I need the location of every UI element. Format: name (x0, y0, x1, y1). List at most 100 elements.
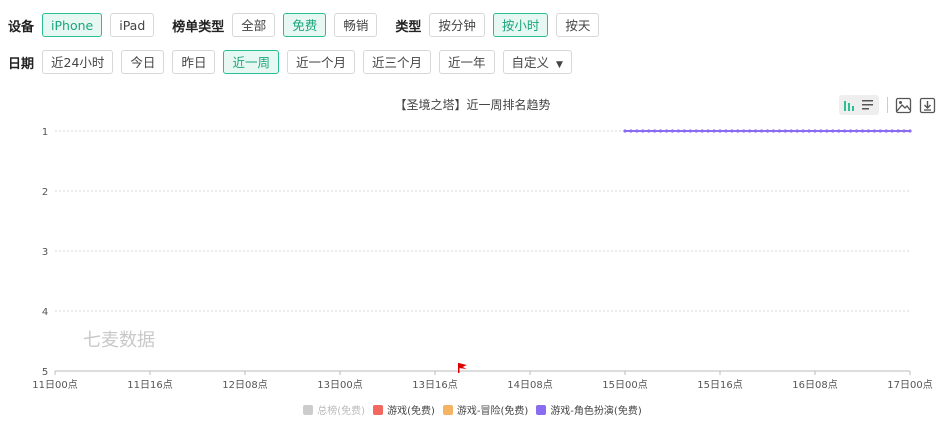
series-point (635, 129, 639, 133)
date-last-week-button[interactable]: 近一周 (223, 50, 279, 74)
series-point (789, 129, 793, 133)
legend-swatch-rpg (536, 404, 547, 415)
date-label: 日期 (8, 56, 35, 72)
y-tick-label: 2 (42, 187, 48, 198)
series-point (837, 129, 841, 133)
legend-item-adventure[interactable]: 游戏-冒险(免费) (442, 402, 529, 417)
date-yesterday-button[interactable]: 昨日 (172, 50, 216, 74)
by-minute-button[interactable]: 按分钟 (429, 13, 485, 37)
series-point (641, 129, 645, 133)
x-tick-label: 12日08点 (222, 379, 267, 391)
image-export-icon[interactable] (894, 96, 912, 114)
series-point (849, 129, 853, 133)
series-point (771, 129, 776, 133)
device-label: 设备 (8, 19, 35, 35)
legend-label-adventure: 游戏-冒险(免费) (456, 406, 529, 417)
date-last-year-button[interactable]: 近一年 (439, 50, 495, 74)
legend-item-games[interactable]: 游戏(免费) (373, 402, 435, 417)
series-point (670, 129, 675, 133)
series-point (700, 129, 704, 133)
series-point (688, 129, 692, 133)
series-point (647, 129, 651, 133)
series-point (896, 129, 900, 133)
rank-grossing-button[interactable]: 畅销 (334, 13, 378, 37)
chart-view-toggle (839, 95, 879, 115)
legend-label-games: 游戏(免费) (387, 406, 435, 417)
y-tick-label: 4 (42, 307, 48, 318)
date-last-3-months-button[interactable]: 近三个月 (362, 50, 431, 74)
legend-swatch-games (373, 404, 384, 415)
series-point (878, 129, 882, 133)
series-point (795, 129, 799, 133)
date-last-month-button[interactable]: 近一个月 (286, 50, 355, 74)
series-point (736, 129, 740, 133)
legend-item-total[interactable]: 总榜(免费) (303, 402, 365, 417)
download-icon[interactable] (918, 96, 936, 114)
x-tick-label: 11日00点 (32, 379, 77, 391)
date-last-24h-button[interactable]: 近24小时 (42, 50, 114, 74)
x-tick-label: 11日16点 (127, 379, 172, 391)
series-point (754, 129, 758, 133)
legend-swatch-adventure (442, 404, 453, 415)
x-tick-label: 16日08点 (792, 379, 837, 391)
device-iphone-button[interactable]: iPhone (42, 13, 103, 37)
filter-row-device: 设备 iPhone iPad 榜单类型 全部 免费 畅销 类型 按分钟 按小时 … (8, 12, 607, 38)
x-tick-label: 15日00点 (602, 379, 647, 391)
x-tick-label: 14日08点 (507, 379, 552, 391)
legend-item-rpg[interactable]: 游戏-角色扮演(免费) (536, 402, 642, 417)
list-icon[interactable] (859, 96, 877, 114)
series-point (819, 129, 823, 133)
series-point (730, 129, 734, 133)
series-point (872, 129, 876, 133)
series-point (724, 129, 728, 133)
grid-lines (55, 130, 910, 372)
series-point (664, 129, 669, 133)
series-point (765, 129, 770, 133)
flag-icon (458, 363, 467, 369)
series-point (825, 129, 829, 133)
granularity-label: 类型 (395, 19, 422, 35)
series-point (659, 129, 663, 133)
rank-free-button[interactable]: 免费 (283, 13, 327, 37)
series-point (629, 129, 633, 133)
y-axis-ticks: 1 2 3 4 5 (42, 127, 48, 378)
rank-all-button[interactable]: 全部 (232, 13, 276, 37)
chart-toolbar (839, 95, 936, 115)
date-custom-dropdown[interactable]: 自定义 ▼ (502, 50, 572, 74)
chart-title: 【圣境之塔】近一周排名趋势 (394, 98, 551, 112)
series-point (908, 129, 912, 133)
series-point (854, 129, 859, 133)
series-point (890, 129, 894, 133)
series-point (860, 129, 865, 133)
y-tick-label: 1 (42, 127, 48, 138)
series-point (712, 129, 716, 133)
series-point (682, 129, 686, 133)
series-point (623, 129, 627, 133)
device-ipad-button[interactable]: iPad (110, 13, 155, 37)
by-day-button[interactable]: 按天 (556, 13, 600, 37)
x-tick-label: 13日00点 (317, 379, 362, 391)
bar-chart-icon[interactable] (841, 96, 859, 114)
by-hour-button[interactable]: 按小时 (492, 13, 549, 37)
rank-type-label: 榜单类型 (172, 19, 225, 35)
series-point (694, 129, 698, 133)
rank-trend-chart: 1 2 3 4 5 11日00点 11日16点 12日08点 13日00点 13日16点 14日0… (32, 127, 932, 391)
date-custom-label: 自定义 (511, 55, 550, 70)
caret-down-icon: ▼ (556, 60, 563, 70)
series-point (706, 129, 710, 133)
x-tick-label: 17日00点 (887, 379, 932, 391)
series-point (777, 129, 781, 133)
y-tick-label: 3 (42, 247, 48, 258)
series-point (742, 129, 746, 133)
series-point (866, 129, 871, 133)
series-point (718, 129, 722, 133)
legend-label-rpg: 游戏-角色扮演(免费) (550, 406, 642, 417)
filter-row-date: 日期 近24小时 今日 昨日 近一周 近一个月 近三个月 近一年 自定义 ▼ (8, 49, 580, 75)
series-point (831, 129, 835, 133)
series-point (783, 129, 787, 133)
date-today-button[interactable]: 今日 (121, 50, 165, 74)
x-tick-label: 15日16点 (697, 379, 742, 391)
legend-swatch-total (303, 404, 314, 415)
series-point (748, 129, 752, 133)
series-point (807, 129, 811, 133)
